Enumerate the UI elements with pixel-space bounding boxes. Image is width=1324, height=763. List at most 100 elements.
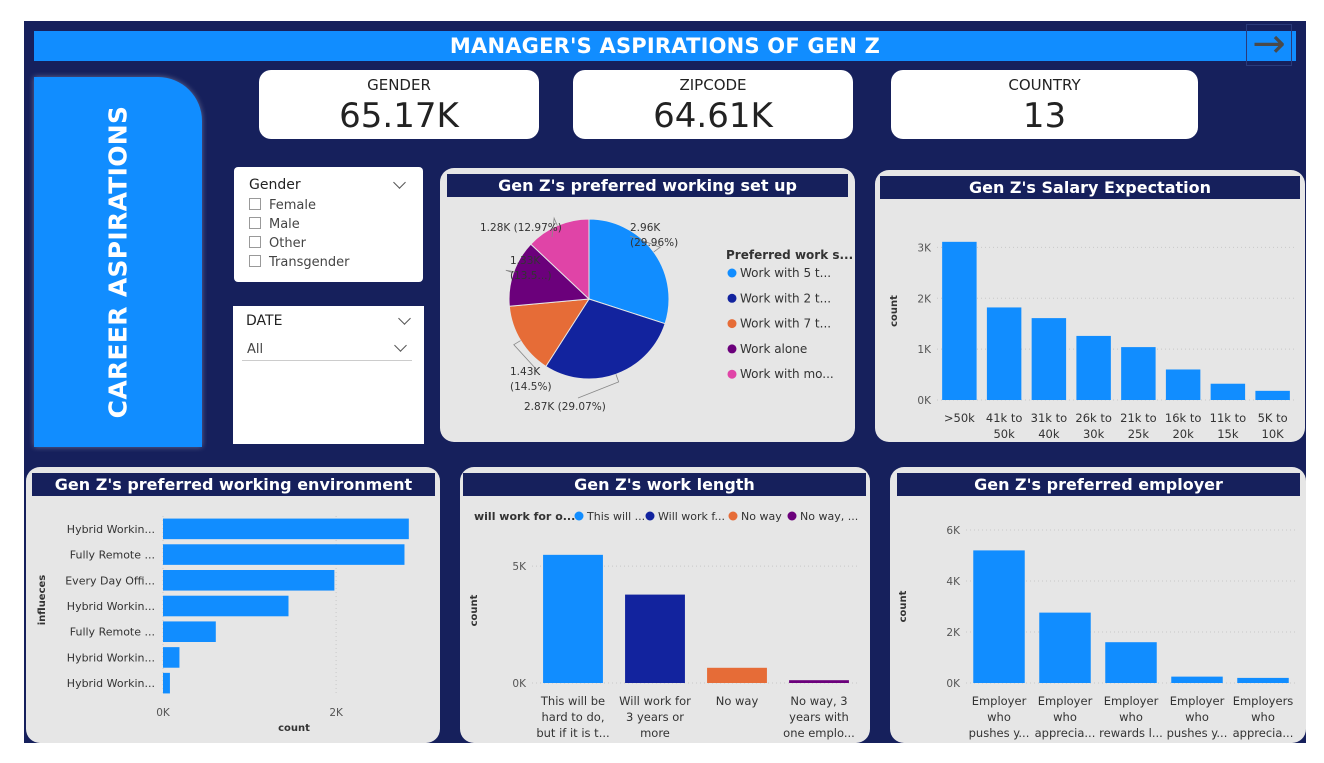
option-label: Male [269,217,300,232]
legend-item: No way, ... [800,510,858,523]
y-axis-title: count [469,594,480,626]
environment-bar-chart: 0K 2K Hybrid Workin... Fully Remote ... Ever… [37,516,409,734]
bar [1039,612,1091,683]
gender-slicer[interactable]: Gender Female Male Other Transgender [234,167,423,282]
bar [1237,677,1289,683]
x-tick-label: who [1251,710,1275,724]
x-tick-label: Will work for [619,694,691,708]
legend-item: This will ... [586,510,645,523]
kpi-card-gender: GENDER 65.17K [259,70,539,139]
x-tick-label: one emplo... [783,726,855,740]
x-tick-label: 3 years or [626,710,684,724]
y-tick-label: 1K [917,344,932,356]
bar [163,570,335,591]
bar [543,554,603,683]
y-tick-label: 2K [946,627,961,639]
chevron-down-icon[interactable] [393,176,406,189]
x-tick-label: This will be [540,694,605,708]
x-tick-label: 25k [1128,427,1150,441]
legend-marker [727,293,737,303]
checkbox[interactable] [249,198,261,210]
bar [973,550,1025,683]
y-tick-label: Fully Remote ... [70,549,155,562]
x-tick-label: >50k [944,411,975,425]
x-tick-label: apprecia... [1035,726,1096,740]
dashboard-title: MANAGER'S ASPIRATIONS OF GEN Z [34,31,1296,61]
y-tick-label: 4K [946,576,961,588]
legend-item: Work alone [740,342,807,356]
bar [163,518,409,540]
y-tick-label: 3K [917,242,932,254]
bar [1171,676,1223,683]
date-slicer-header: DATE [246,313,283,329]
pie-data-label: 1.28K (12.97%) [480,222,562,234]
checkbox[interactable] [249,217,261,229]
checkbox[interactable] [249,255,261,267]
y-tick-label: Hybrid Workin... [67,523,155,536]
gender-option-transgender[interactable]: Transgender [249,255,349,270]
gender-option-male[interactable]: Male [249,217,300,232]
x-tick-label: who [1185,710,1209,724]
legend-marker [728,511,738,521]
bar [163,544,405,565]
x-tick-label: 40k [1038,427,1060,441]
x-tick-label: 0K [156,707,171,719]
legend-item: Will work f... [658,510,725,523]
chevron-down-icon[interactable] [398,312,411,325]
date-slicer: DATE All [233,306,424,444]
x-tick-label: Employer [1038,694,1093,708]
y-axis-title: count [898,590,909,622]
kpi-value: 64.61K [653,96,773,136]
gender-option-female[interactable]: Female [249,198,316,213]
x-tick-label: 5K to [1258,411,1288,425]
kpi-label: COUNTRY [1008,76,1081,94]
chevron-down-icon[interactable] [394,339,407,352]
x-tick-label: who [1119,710,1143,724]
y-tick-label: Fully Remote ... [70,626,155,639]
bar [1031,318,1067,400]
option-label: Transgender [269,255,350,270]
pie-data-label: 2.87K (29.07%) [524,401,606,413]
gender-option-other[interactable]: Other [249,236,306,251]
kpi-card-country: COUNTRY 13 [891,70,1198,139]
date-selected-value: All [247,342,264,357]
bar [1105,642,1157,683]
y-tick-label: Hybrid Workin... [67,600,155,613]
bar [163,621,216,642]
x-tick-label: 50k [993,427,1015,441]
pie-data-label-percent: (13.5...) [510,270,552,282]
x-tick-label: apprecia... [1233,726,1294,740]
bar [789,680,849,683]
x-tick-label: 2K [329,707,344,719]
work-length-panel: Gen Z's work length 0K 5K This will be hard… [460,467,870,743]
legend-item: Work with 2 t... [740,291,831,305]
bar [1076,335,1111,400]
x-tick-label: No way, 3 [790,694,847,708]
y-tick-label: 0K [917,395,932,407]
y-tick-label: 6K [946,525,961,537]
kpi-card-zipcode: ZIPCODE 64.61K [573,70,853,139]
date-dropdown[interactable]: All [242,337,412,361]
x-tick-label: years with [789,710,849,724]
salary-bar-chart: 0K 1K 2K 3K >50k 41k to 50k 31k to 40k 26k to 30k 2… [889,241,1295,441]
x-tick-label: hard to do, [541,710,604,724]
working-setup-panel: Gen Z's preferred working set up 2.96K (2… [440,168,855,442]
x-tick-label: more [640,726,670,740]
x-tick-label: 20k [1172,427,1194,441]
y-tick-label: 5K [512,561,527,573]
bar [625,594,685,683]
checkbox[interactable] [249,236,261,248]
salary-panel: Gen Z's Salary Expectation 0K 1K 2K 3K >50k 4… [875,170,1305,442]
employer-bar-chart: 0K 2K 4K 6K Employer who pushes y... Employer wh… [898,525,1296,740]
bar [1121,347,1156,400]
legend-title: Preferred work s... [726,248,853,262]
legend-item: Work with 5 t... [740,266,831,280]
x-tick-label: 30k [1083,427,1105,441]
bar [163,672,170,694]
pie-data-label: 1.43K [510,366,541,378]
dashboard-canvas: MANAGER'S ASPIRATIONS OF GEN Z → CAREER … [24,21,1306,743]
legend-item: Work with mo... [740,367,834,381]
y-tick-label: Hybrid Workin... [67,677,155,690]
arrow-right-icon[interactable]: → [1246,24,1292,66]
bar [707,667,767,683]
